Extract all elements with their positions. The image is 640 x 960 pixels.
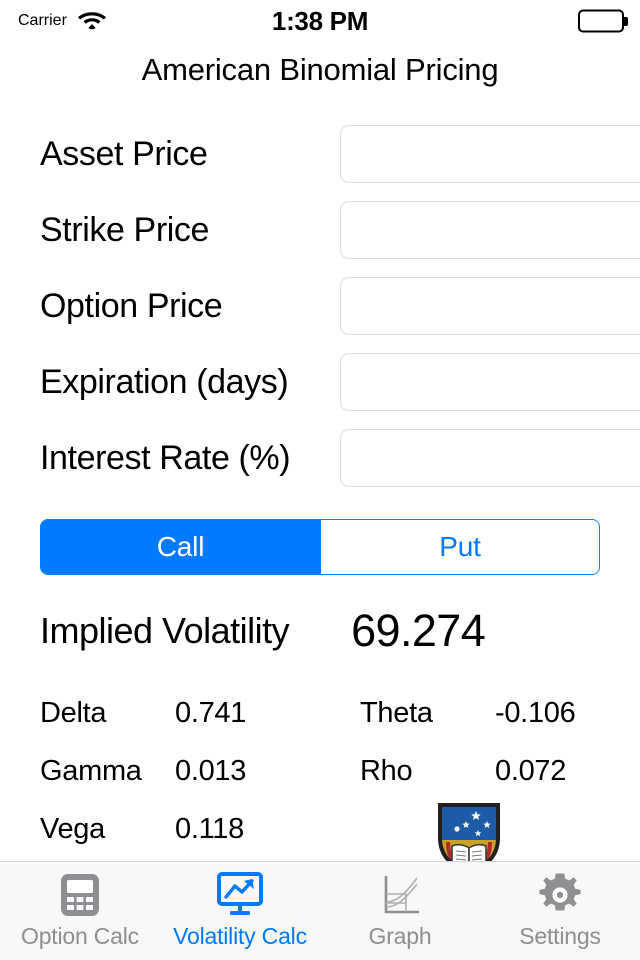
option-price-label: Option Price <box>40 287 340 326</box>
implied-volatility-value: 69.274 <box>351 605 485 657</box>
page-title: American Binomial Pricing <box>0 52 640 88</box>
greek-row-gamma-rho: Gamma 0.013 Rho 0.072 <box>0 742 640 800</box>
greeks-table: Delta 0.741 Theta -0.106 Gamma 0.013 Rho… <box>0 684 640 858</box>
tab-bar: Option Calc Volatility Calc <box>0 861 640 960</box>
tab-label-graph: Graph <box>369 923 432 950</box>
pricing-input-form: Asset Price Strike Price Option Price Ex… <box>0 116 640 496</box>
greek-cell-theta: Theta -0.106 <box>360 697 640 730</box>
asset-price-input[interactable] <box>340 125 640 183</box>
option-type-segmented-control[interactable]: Call Put <box>40 519 600 575</box>
expiration-label: Expiration (days) <box>40 363 340 402</box>
gear-icon <box>537 872 583 918</box>
asset-price-label: Asset Price <box>40 135 340 174</box>
status-bar-clock: 1:38 PM <box>0 0 640 42</box>
tab-label-option-calc: Option Calc <box>21 923 139 950</box>
calculator-icon <box>59 872 101 918</box>
tab-settings[interactable]: Settings <box>480 862 640 960</box>
tab-label-settings: Settings <box>519 923 601 950</box>
interest-rate-input[interactable] <box>340 429 640 487</box>
vega-value: 0.118 <box>175 813 244 846</box>
monitor-trend-icon <box>216 872 264 918</box>
expiration-input[interactable] <box>340 353 640 411</box>
strike-price-label: Strike Price <box>40 211 340 250</box>
interest-rate-label: Interest Rate (%) <box>40 439 340 478</box>
battery-full-icon <box>578 10 624 33</box>
vega-label: Vega <box>40 813 175 846</box>
gamma-value: 0.013 <box>175 755 246 788</box>
form-row-asset-price: Asset Price <box>0 116 640 192</box>
greek-cell-delta: Delta 0.741 <box>40 697 360 730</box>
segment-put[interactable]: Put <box>320 520 599 574</box>
status-bar: Carrier 1:38 PM <box>0 0 640 42</box>
status-bar-right <box>578 10 624 33</box>
option-price-input[interactable] <box>340 277 640 335</box>
tab-volatility-calc[interactable]: Volatility Calc <box>160 862 320 960</box>
form-row-expiration: Expiration (days) <box>0 344 640 420</box>
gamma-label: Gamma <box>40 755 175 788</box>
tab-label-volatility-calc: Volatility Calc <box>173 923 307 950</box>
delta-label: Delta <box>40 697 175 730</box>
greek-row-delta-theta: Delta 0.741 Theta -0.106 <box>0 684 640 742</box>
implied-volatility-label: Implied Volatility <box>40 610 289 652</box>
strike-price-input[interactable] <box>340 201 640 259</box>
line-graph-icon <box>377 872 423 918</box>
form-row-option-price: Option Price <box>0 268 640 344</box>
theta-label: Theta <box>360 697 495 730</box>
greek-cell-vega: Vega 0.118 <box>40 813 360 846</box>
rho-label: Rho <box>360 755 495 788</box>
app-screen: Carrier 1:38 PM American Binomial Pricin… <box>0 0 640 960</box>
greek-cell-gamma: Gamma 0.013 <box>40 755 360 788</box>
rho-value: 0.072 <box>495 755 566 788</box>
implied-volatility-row: Implied Volatility 69.274 <box>40 602 600 660</box>
tab-option-calc[interactable]: Option Calc <box>0 862 160 960</box>
delta-value: 0.741 <box>175 697 246 730</box>
greek-row-vega: Vega 0.118 <box>0 800 640 858</box>
greek-cell-rho: Rho 0.072 <box>360 755 640 788</box>
form-row-interest-rate: Interest Rate (%) <box>0 420 640 496</box>
theta-value: -0.106 <box>495 697 575 730</box>
tab-graph[interactable]: Graph <box>320 862 480 960</box>
form-row-strike-price: Strike Price <box>0 192 640 268</box>
segment-call[interactable]: Call <box>41 520 320 574</box>
